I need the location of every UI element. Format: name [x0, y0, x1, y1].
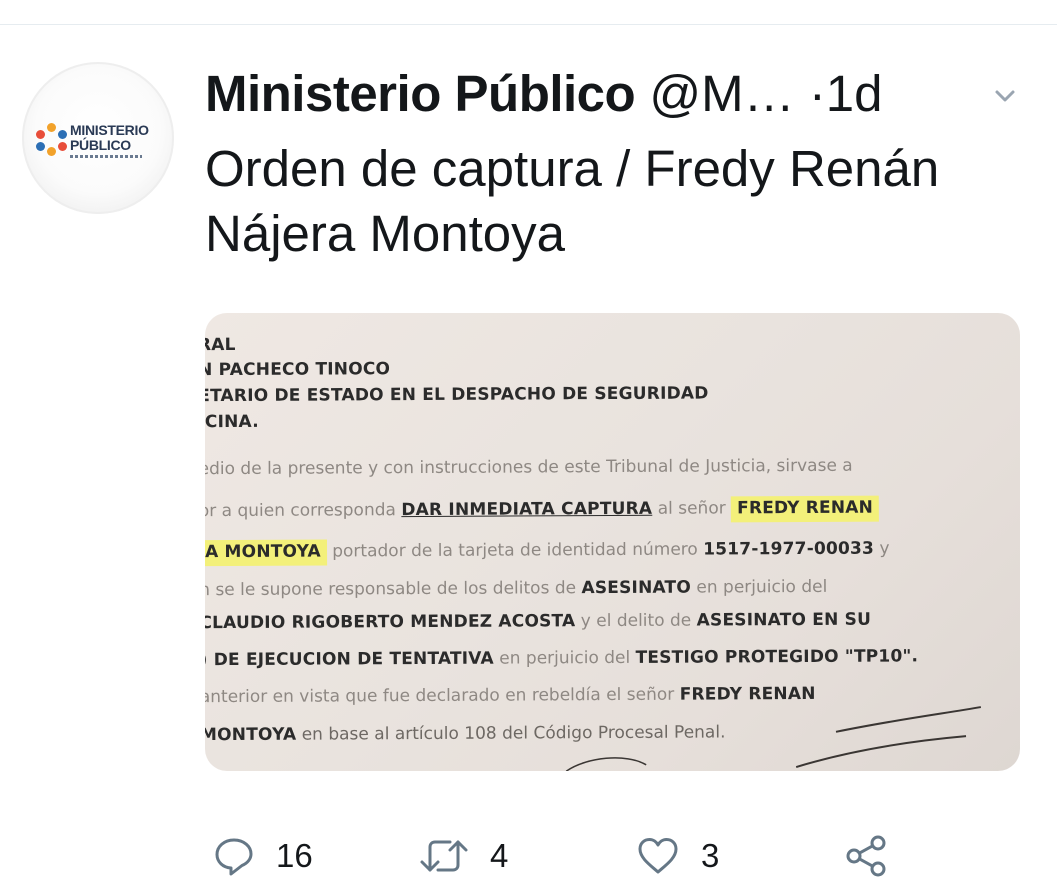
heart-icon — [638, 838, 678, 874]
ministerio-logo-icon — [36, 123, 68, 156]
retweet-icon — [420, 840, 468, 872]
signature-scribble-icon — [565, 706, 982, 771]
timestamp[interactable]: 1d — [826, 65, 883, 122]
document-photo: RAL N PACHECO TINOCO ETARIO DE ESTADO EN… — [205, 313, 1020, 771]
reply-icon — [215, 838, 253, 876]
reply-count: 16 — [276, 837, 313, 874]
share-icon — [846, 835, 886, 877]
reply-button[interactable]: 16 — [212, 832, 313, 880]
like-button[interactable]: 3 — [635, 832, 719, 880]
tweet-menu-button[interactable] — [988, 82, 1022, 110]
retweet-count: 4 — [490, 837, 509, 874]
share-button[interactable] — [844, 832, 890, 880]
retweet-button[interactable]: 4 — [418, 832, 508, 880]
avatar[interactable]: MINISTERIO PÚBLICO — [22, 62, 174, 214]
tweet-image[interactable]: RAL N PACHECO TINOCO ETARIO DE ESTADO EN… — [205, 313, 1020, 771]
separator: · — [808, 65, 826, 122]
tweet-header: Ministerio Público @M… ·1d — [205, 66, 883, 122]
chevron-down-icon — [995, 90, 1015, 102]
tweet-text: Orden de captura / Fredy Renán Nájera Mo… — [205, 140, 940, 262]
logo-text: MINISTERIO — [70, 122, 149, 138]
top-divider — [0, 24, 1057, 25]
author-handle[interactable]: @M… — [649, 65, 794, 122]
like-count: 3 — [701, 837, 720, 874]
logo-subline — [70, 155, 142, 158]
author-name[interactable]: Ministerio Público — [205, 65, 636, 122]
logo-text: PÚBLICO — [70, 137, 131, 153]
tweet-actions: 16 4 3 — [212, 832, 892, 880]
